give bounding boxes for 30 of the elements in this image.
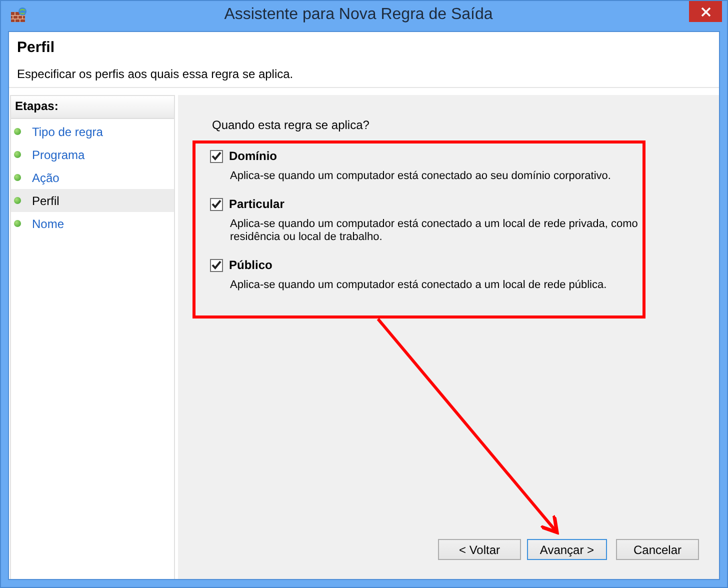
dialog-button[interactable]: Avançar > bbox=[527, 539, 607, 560]
option-description: Aplica-se quando um computador está conectado ao seu domínio corporativo. bbox=[230, 170, 612, 183]
step-item[interactable]: Ação bbox=[11, 166, 174, 189]
step-item[interactable]: Programa bbox=[11, 143, 174, 166]
checkbox[interactable] bbox=[210, 198, 223, 210]
close-icon bbox=[700, 6, 710, 16]
status-dot-icon bbox=[14, 220, 21, 227]
option-label: Particular bbox=[229, 197, 284, 211]
page-description: Especificar os perfis aos quais essa regra se aplica. bbox=[17, 67, 294, 81]
status-dot-icon bbox=[14, 174, 21, 181]
option-description: Aplica-se quando um computador está conectado a um local de rede privada, como residência ou local de trabalho. bbox=[230, 218, 639, 244]
step-item[interactable]: Nome bbox=[11, 212, 174, 235]
option-label: Público bbox=[229, 258, 272, 272]
checkbox[interactable] bbox=[210, 150, 223, 162]
status-dot-icon bbox=[14, 128, 21, 135]
option-description: Aplica-se quando um computador está conectado a um local de rede pública. bbox=[230, 279, 608, 292]
firewall-icon bbox=[10, 7, 28, 23]
steps-heading: Etapas: bbox=[11, 96, 174, 119]
step-item[interactable]: Perfil bbox=[11, 189, 174, 212]
page-title: Perfil bbox=[17, 39, 56, 56]
status-dot-icon bbox=[14, 197, 21, 204]
step-item[interactable]: Tipo de regra bbox=[11, 120, 174, 143]
window-title: Assistente para Nova Regra de Saída bbox=[223, 5, 494, 24]
option-label: Domínio bbox=[229, 149, 277, 163]
dialog-button[interactable]: < Voltar bbox=[438, 539, 521, 560]
checkbox[interactable] bbox=[210, 258, 223, 272]
question-text: Quando esta regra se aplica? bbox=[212, 118, 370, 132]
dialog-button[interactable]: Cancelar bbox=[616, 539, 699, 560]
close-button[interactable] bbox=[689, 1, 722, 22]
status-dot-icon bbox=[14, 151, 21, 158]
